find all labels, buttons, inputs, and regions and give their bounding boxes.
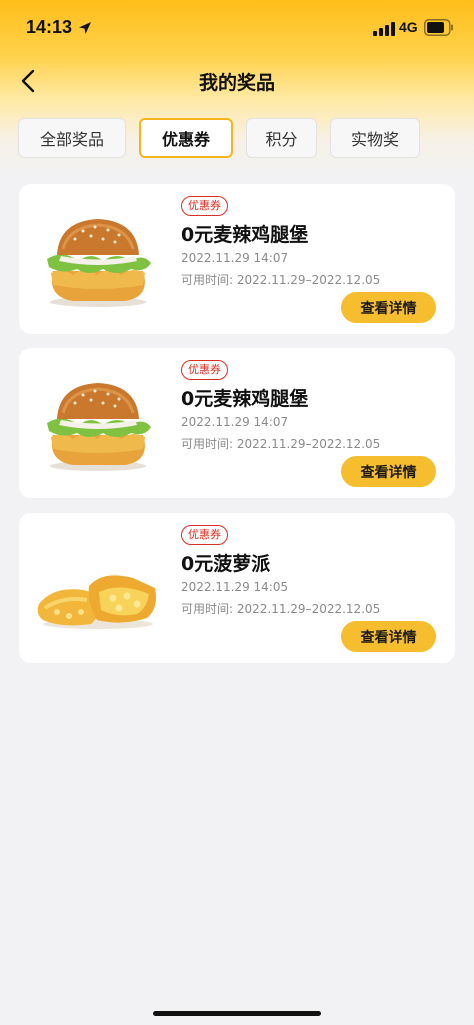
item-title: 0元麦辣鸡腿堡 bbox=[181, 224, 309, 246]
item-validity: 可用时间: 2022.11.29–2022.12.05 bbox=[181, 273, 381, 287]
view-details-button[interactable]: 查看详情 bbox=[341, 621, 436, 652]
status-bar: 14:13 4G bbox=[0, 0, 474, 56]
tab-all-prizes[interactable]: 全部奖品 bbox=[18, 118, 126, 158]
page-title: 我的奖品 bbox=[198, 72, 275, 94]
tab-coupons[interactable]: 优惠券 bbox=[139, 118, 233, 158]
prize-card: 优惠券 0元麦辣鸡腿堡 2022.11.29 14:07 可用时间: 2022.… bbox=[19, 348, 455, 498]
battery-icon bbox=[424, 19, 453, 36]
tab-points[interactable]: 积分 bbox=[246, 118, 317, 158]
burger-image bbox=[47, 219, 151, 307]
location-arrow-icon bbox=[79, 22, 91, 34]
coupon-badge: 优惠券 bbox=[181, 360, 228, 380]
prize-card: 优惠券 0元菠萝派 2022.11.29 14:05 可用时间: 2022.11… bbox=[19, 513, 455, 663]
status-time: 14:13 bbox=[26, 17, 73, 37]
view-details-button[interactable]: 查看详情 bbox=[341, 456, 436, 487]
item-timestamp: 2022.11.29 14:05 bbox=[181, 580, 289, 594]
item-validity: 可用时间: 2022.11.29–2022.12.05 bbox=[181, 437, 381, 451]
burger-image bbox=[47, 383, 151, 471]
view-details-button[interactable]: 查看详情 bbox=[341, 292, 436, 323]
item-title: 0元麦辣鸡腿堡 bbox=[181, 388, 309, 410]
item-title: 0元菠萝派 bbox=[181, 553, 271, 575]
item-validity: 可用时间: 2022.11.29–2022.12.05 bbox=[181, 602, 381, 616]
tab-physical-prizes[interactable]: 实物奖 bbox=[330, 118, 420, 158]
coupon-badge: 优惠券 bbox=[181, 525, 228, 545]
item-timestamp: 2022.11.29 14:07 bbox=[181, 251, 289, 265]
prize-card: 优惠券 0元麦辣鸡腿堡 2022.11.29 14:07 可用时间: 2022.… bbox=[19, 184, 455, 334]
network-type: 4G bbox=[399, 19, 418, 35]
nav-bar: 我的奖品 bbox=[0, 56, 474, 106]
cellular-signal-icon bbox=[373, 22, 395, 36]
pineapple-pie-image bbox=[37, 575, 156, 629]
item-timestamp: 2022.11.29 14:07 bbox=[181, 415, 289, 429]
home-indicator[interactable] bbox=[153, 1011, 321, 1016]
coupon-badge: 优惠券 bbox=[181, 196, 228, 216]
